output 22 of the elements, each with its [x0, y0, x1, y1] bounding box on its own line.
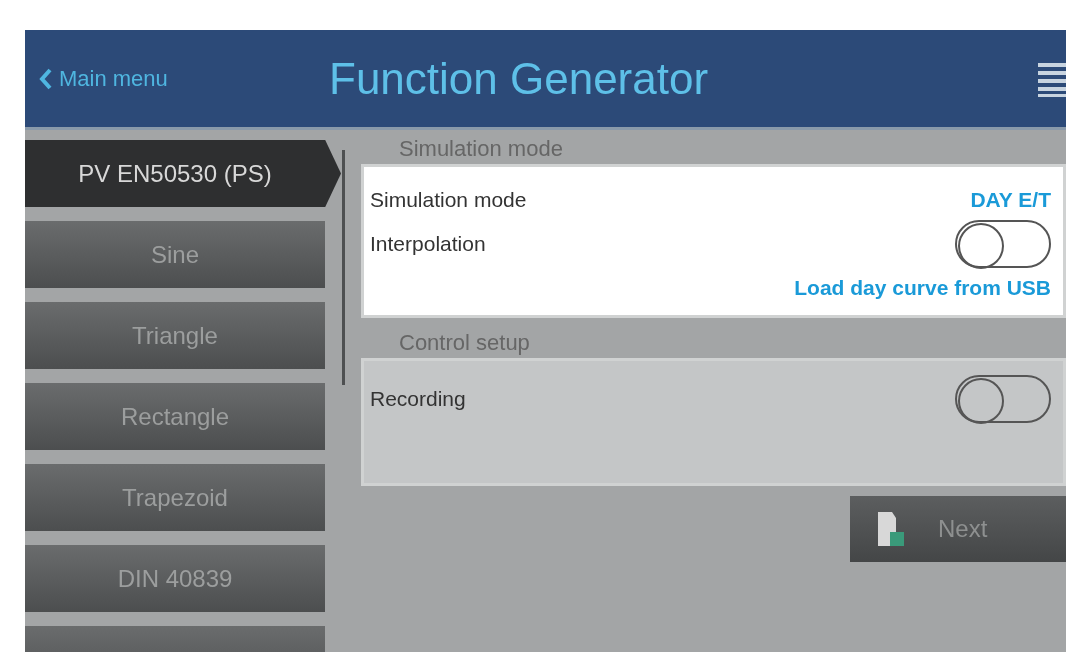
toggle-switch[interactable]: [955, 220, 1051, 268]
section-title: Control setup: [398, 329, 531, 357]
menu-button[interactable]: [1038, 60, 1066, 97]
setting-label: Simulation mode: [370, 188, 527, 212]
load-link[interactable]: Load day curve from USB: [794, 276, 1051, 300]
sidebar-item[interactable]: DIN 40839: [25, 545, 325, 612]
next-button[interactable]: Next: [850, 496, 1066, 562]
page-title: Function Generator: [329, 53, 710, 104]
sidebar-item[interactable]: Sine: [25, 221, 325, 288]
setting-label: Recording: [370, 387, 466, 411]
sidebar-item[interactable]: PV EN50530 (PS): [25, 140, 341, 207]
back-button[interactable]: Main menu: [39, 65, 329, 92]
sidebar-item[interactable]: Triangle: [25, 302, 325, 369]
toggle-switch[interactable]: [955, 375, 1051, 423]
sidebar-item[interactable]: Rectangle: [25, 383, 325, 450]
setting-value[interactable]: DAY E/T: [970, 188, 1051, 212]
section-title: Simulation mode: [398, 135, 564, 163]
sidebar-item[interactable]: Trapezoid: [25, 464, 325, 531]
setting-label: Interpolation: [370, 232, 486, 256]
chevron-left-icon: [39, 67, 53, 90]
document-icon: [878, 512, 904, 546]
menu-icon: [1038, 60, 1066, 97]
